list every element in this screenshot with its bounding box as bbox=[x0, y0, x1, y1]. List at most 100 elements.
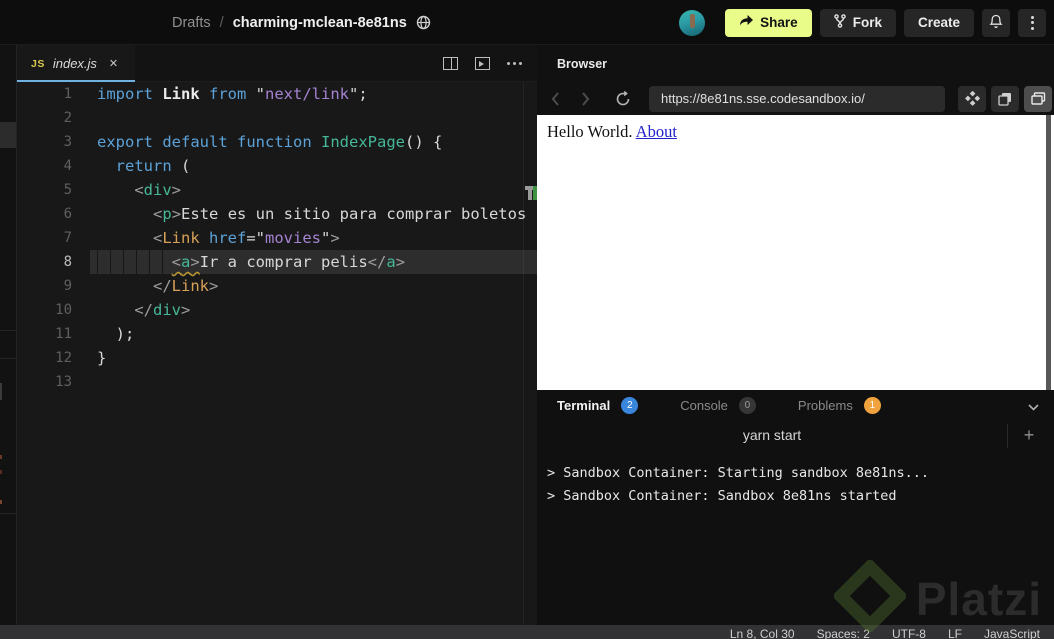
line-number: 7 bbox=[63, 230, 72, 246]
overview-marker bbox=[528, 190, 532, 200]
breadcrumb-project-name[interactable]: charming-mclean-8e81ns bbox=[233, 15, 407, 31]
code-lines: 1 import Link from "next/link"; 2 3 export d… bbox=[17, 82, 537, 394]
tab-terminal[interactable]: Terminal 2 bbox=[557, 396, 639, 414]
url-input[interactable] bbox=[649, 85, 945, 112]
tab-console[interactable]: Console 0 bbox=[680, 396, 756, 414]
more-options-button[interactable] bbox=[1018, 8, 1046, 37]
forward-icon[interactable] bbox=[573, 87, 597, 111]
codesandbox-window: Drafts / charming-mclean-8e81ns Share Fo… bbox=[0, 0, 1054, 639]
globe-icon bbox=[416, 15, 431, 30]
editor-tabbar: JS index.js ✕ bbox=[17, 45, 537, 82]
breadcrumb: Drafts / charming-mclean-8e81ns bbox=[172, 0, 431, 45]
share-button-label: Share bbox=[760, 15, 798, 30]
line-number: 2 bbox=[63, 110, 72, 126]
line-number: 13 bbox=[55, 374, 72, 390]
terminal-tab-label: Terminal bbox=[557, 397, 611, 413]
status-bar: Ln 8, Col 30 Spaces: 2 UTF-8 LF JavaScript bbox=[0, 625, 1054, 639]
fork-button[interactable]: Fork bbox=[819, 8, 896, 37]
code-line[interactable]: 8 <a>Ir a comprar pelis</a> bbox=[17, 250, 537, 274]
breadcrumb-drafts[interactable]: Drafts bbox=[172, 15, 211, 31]
line-number: 12 bbox=[55, 350, 72, 366]
open-preview-icon[interactable] bbox=[474, 56, 491, 71]
create-button[interactable]: Create bbox=[903, 8, 974, 37]
statusbar-item[interactable]: LF bbox=[948, 625, 962, 639]
line-number: 1 bbox=[63, 86, 72, 102]
devtools-icon[interactable] bbox=[958, 85, 986, 112]
code-text: <p>Este es un sitio para comprar boletos bbox=[153, 205, 527, 223]
chevron-down-icon[interactable] bbox=[1028, 398, 1039, 416]
refresh-icon[interactable] bbox=[611, 87, 635, 111]
code-line[interactable]: 12} bbox=[17, 346, 537, 370]
sidebar-highlight bbox=[0, 122, 16, 148]
code-text: export default function IndexPage() { bbox=[97, 133, 443, 151]
split-editor-icon[interactable] bbox=[442, 56, 459, 71]
editor-scrollbar[interactable] bbox=[523, 82, 537, 625]
line-number: 10 bbox=[55, 302, 72, 318]
code-line[interactable]: 4 return ( bbox=[17, 154, 537, 178]
line-number: 11 bbox=[55, 326, 72, 342]
line-number: 8 bbox=[63, 254, 72, 270]
open-in-new-window-icon[interactable] bbox=[1024, 85, 1052, 112]
code-line[interactable]: 10 </div> bbox=[17, 298, 537, 322]
terminal-line: > Sandbox Container: Sandbox 8e81ns star… bbox=[547, 488, 897, 504]
browser-navbar bbox=[537, 82, 1054, 115]
code-line[interactable]: 11 ); bbox=[17, 322, 537, 346]
code-text: </Link> bbox=[153, 277, 219, 295]
page-text: Hello World. About bbox=[547, 122, 677, 142]
share-button[interactable]: Share bbox=[725, 8, 812, 37]
code-line[interactable]: 3 export default function IndexPage() { bbox=[17, 130, 537, 154]
code-line[interactable]: 6 <p>Este es un sitio para comprar bolet… bbox=[17, 202, 537, 226]
problems-count-badge: 1 bbox=[863, 396, 881, 414]
back-icon[interactable] bbox=[543, 87, 567, 111]
code-text: ); bbox=[97, 325, 135, 343]
sidebar-git-dot bbox=[0, 470, 2, 474]
statusbar-item[interactable]: UTF-8 bbox=[892, 625, 926, 639]
tab-index-js[interactable]: JS index.js ✕ bbox=[17, 45, 135, 82]
code-line[interactable]: 9 </Link> bbox=[17, 274, 537, 298]
line-number: 4 bbox=[63, 158, 72, 174]
line-number: 5 bbox=[63, 182, 72, 198]
code-line[interactable]: 5 <div> bbox=[17, 178, 537, 202]
line-number: 9 bbox=[63, 278, 72, 294]
sidebar-tick bbox=[0, 383, 2, 400]
statusbar-item[interactable]: Ln 8, Col 30 bbox=[730, 625, 795, 639]
sidebar-divider bbox=[0, 358, 16, 359]
code-line[interactable]: 1 import Link from "next/link"; bbox=[17, 82, 537, 106]
code-line[interactable]: 13 bbox=[17, 370, 537, 394]
add-terminal-button[interactable]: + bbox=[1016, 422, 1042, 448]
collapsed-sidebar[interactable] bbox=[0, 45, 17, 625]
terminal-count-badge: 2 bbox=[621, 396, 639, 414]
sidebar-git-dot bbox=[0, 455, 2, 459]
statusbar-item[interactable]: Spaces: 2 bbox=[817, 625, 870, 639]
breadcrumb-separator: / bbox=[219, 14, 224, 31]
tab-problems[interactable]: Problems 1 bbox=[798, 396, 881, 414]
editor-more-icon[interactable] bbox=[506, 56, 523, 71]
terminal-line: > Sandbox Container: Starting sandbox 8e… bbox=[547, 465, 930, 481]
close-tab-icon[interactable]: ✕ bbox=[109, 57, 118, 70]
copy-url-icon[interactable] bbox=[991, 85, 1019, 112]
about-link[interactable]: About bbox=[636, 122, 677, 141]
code-text: import Link from "next/link"; bbox=[97, 85, 368, 103]
line-number: 6 bbox=[63, 206, 72, 222]
console-tab-label: Console bbox=[680, 397, 728, 413]
terminal-output[interactable]: > Sandbox Container: Starting sandbox 8e… bbox=[547, 462, 929, 508]
preview-pane: Browser https://8e81ns.sse.codesandbox.i… bbox=[537, 45, 1054, 625]
tab-label: index.js bbox=[52, 56, 97, 71]
code-line[interactable]: 7 <Link href="movies"> bbox=[17, 226, 537, 250]
avatar[interactable] bbox=[679, 9, 706, 36]
browser-scrollbar[interactable] bbox=[1046, 115, 1051, 390]
notifications-button[interactable] bbox=[982, 8, 1010, 37]
code-text: </div> bbox=[134, 301, 191, 319]
code-line[interactable]: 2 bbox=[17, 106, 537, 130]
session-divider bbox=[1007, 424, 1008, 448]
statusbar-item[interactable]: JavaScript bbox=[984, 625, 1040, 639]
editor-pane: JS index.js ✕ 1 import Link from "next/li… bbox=[17, 45, 537, 625]
code-text: <Link href="movies"> bbox=[153, 229, 340, 247]
fork-button-label: Fork bbox=[852, 15, 882, 30]
bell-icon bbox=[989, 14, 1003, 32]
sidebar-divider bbox=[0, 513, 16, 514]
browser-header: Browser bbox=[537, 45, 1054, 82]
terminal-tabs: Terminal 2 Console 0 Problems 1 bbox=[537, 390, 1054, 420]
session-yarn-start[interactable]: yarn start bbox=[537, 420, 1007, 450]
javascript-file-icon: JS bbox=[31, 57, 45, 70]
